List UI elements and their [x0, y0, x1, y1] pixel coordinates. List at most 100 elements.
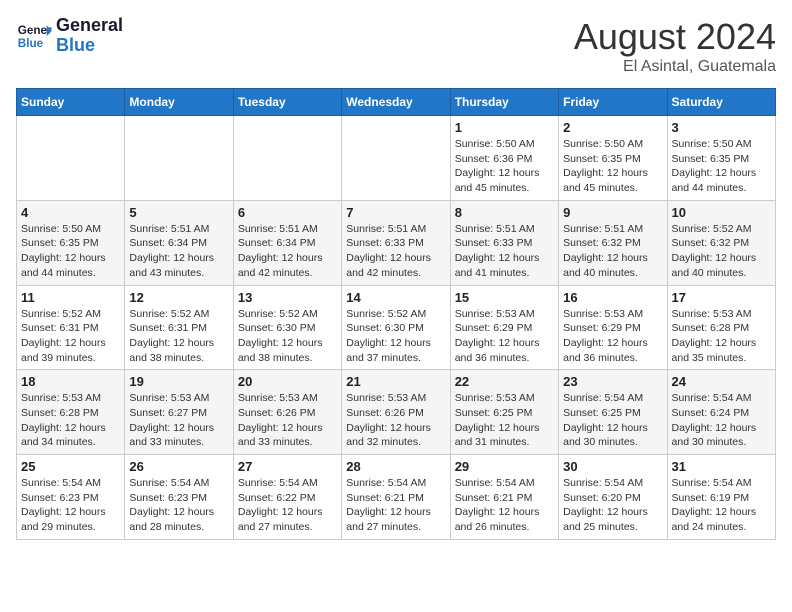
day-number: 8 [455, 205, 554, 220]
calendar-body: 1 Sunrise: 5:50 AM Sunset: 6:36 PM Daylig… [17, 116, 776, 540]
day-info: Sunrise: 5:50 AM Sunset: 6:35 PM Dayligh… [672, 137, 771, 196]
day-info: Sunrise: 5:53 AM Sunset: 6:26 PM Dayligh… [238, 391, 337, 450]
day-number: 20 [238, 374, 337, 389]
day-number: 21 [346, 374, 445, 389]
day-info: Sunrise: 5:51 AM Sunset: 6:34 PM Dayligh… [129, 222, 228, 281]
weekday-header-wednesday: Wednesday [342, 89, 450, 116]
calendar-week-2: 4Sunrise: 5:50 AM Sunset: 6:35 PM Daylig… [17, 200, 776, 285]
day-info: Sunrise: 5:54 AM Sunset: 6:21 PM Dayligh… [455, 476, 554, 535]
day-info: Sunrise: 5:54 AM Sunset: 6:22 PM Dayligh… [238, 476, 337, 535]
day-info: Sunrise: 5:51 AM Sunset: 6:34 PM Dayligh… [238, 222, 337, 281]
calendar-cell: 22Sunrise: 5:53 AM Sunset: 6:25 PM Dayli… [450, 370, 558, 455]
weekday-header-tuesday: Tuesday [233, 89, 341, 116]
logo-icon: General Blue [16, 18, 52, 54]
calendar-cell: 30 Sunrise: 5:54 AM Sunset: 6:20 PM Dayli… [559, 455, 667, 540]
day-number: 6 [238, 205, 337, 220]
calendar-cell: 27 Sunrise: 5:54 AM Sunset: 6:22 PM Dayli… [233, 455, 341, 540]
day-number: 19 [129, 374, 228, 389]
day-number: 24 [672, 374, 771, 389]
day-number: 16 [563, 290, 662, 305]
day-number: 1 [455, 120, 554, 135]
location: El Asintal, Guatemala [574, 58, 776, 76]
day-number: 31 [672, 459, 771, 474]
day-info: Sunrise: 5:53 AM Sunset: 6:25 PM Dayligh… [455, 391, 554, 450]
day-info: Sunrise: 5:54 AM Sunset: 6:20 PM Dayligh… [563, 476, 662, 535]
calendar-cell: 4Sunrise: 5:50 AM Sunset: 6:35 PM Daylig… [17, 200, 125, 285]
calendar-cell: 21 Sunrise: 5:53 AM Sunset: 6:26 PM Dayli… [342, 370, 450, 455]
calendar-cell: 14Sunrise: 5:52 AM Sunset: 6:30 PM Dayli… [342, 285, 450, 370]
day-info: Sunrise: 5:53 AM Sunset: 6:27 PM Dayligh… [129, 391, 228, 450]
calendar-cell: 9 Sunrise: 5:51 AM Sunset: 6:32 PM Daylig… [559, 200, 667, 285]
day-number: 27 [238, 459, 337, 474]
day-info: Sunrise: 5:53 AM Sunset: 6:28 PM Dayligh… [672, 307, 771, 366]
day-number: 9 [563, 205, 662, 220]
title-block: August 2024 El Asintal, Guatemala [574, 16, 776, 76]
day-number: 25 [21, 459, 120, 474]
day-info: Sunrise: 5:54 AM Sunset: 6:21 PM Dayligh… [346, 476, 445, 535]
day-info: Sunrise: 5:50 AM Sunset: 6:36 PM Dayligh… [455, 137, 554, 196]
day-info: Sunrise: 5:54 AM Sunset: 6:24 PM Dayligh… [672, 391, 771, 450]
day-number: 26 [129, 459, 228, 474]
day-info: Sunrise: 5:54 AM Sunset: 6:19 PM Dayligh… [672, 476, 771, 535]
day-number: 7 [346, 205, 445, 220]
day-number: 13 [238, 290, 337, 305]
logo-blue: Blue [56, 36, 123, 56]
calendar-cell: 11 Sunrise: 5:52 AM Sunset: 6:31 PM Dayli… [17, 285, 125, 370]
day-number: 23 [563, 374, 662, 389]
day-number: 15 [455, 290, 554, 305]
weekday-header-row: SundayMondayTuesdayWednesdayThursdayFrid… [17, 89, 776, 116]
calendar-cell: 2Sunrise: 5:50 AM Sunset: 6:35 PM Daylig… [559, 116, 667, 201]
calendar-cell: 29 Sunrise: 5:54 AM Sunset: 6:21 PM Dayli… [450, 455, 558, 540]
day-number: 5 [129, 205, 228, 220]
calendar-cell: 26 Sunrise: 5:54 AM Sunset: 6:23 PM Dayli… [125, 455, 233, 540]
calendar-cell: 10Sunrise: 5:52 AM Sunset: 6:32 PM Dayli… [667, 200, 775, 285]
weekday-header-friday: Friday [559, 89, 667, 116]
calendar-cell: 5 Sunrise: 5:51 AM Sunset: 6:34 PM Daylig… [125, 200, 233, 285]
day-info: Sunrise: 5:51 AM Sunset: 6:33 PM Dayligh… [455, 222, 554, 281]
calendar-cell [342, 116, 450, 201]
month-title: August 2024 [574, 16, 776, 58]
calendar-week-3: 11 Sunrise: 5:52 AM Sunset: 6:31 PM Dayli… [17, 285, 776, 370]
day-info: Sunrise: 5:53 AM Sunset: 6:26 PM Dayligh… [346, 391, 445, 450]
calendar-week-5: 25 Sunrise: 5:54 AM Sunset: 6:23 PM Dayli… [17, 455, 776, 540]
calendar-cell: 7Sunrise: 5:51 AM Sunset: 6:33 PM Daylig… [342, 200, 450, 285]
calendar-cell: 17 Sunrise: 5:53 AM Sunset: 6:28 PM Dayli… [667, 285, 775, 370]
day-info: Sunrise: 5:52 AM Sunset: 6:30 PM Dayligh… [238, 307, 337, 366]
day-number: 17 [672, 290, 771, 305]
day-number: 30 [563, 459, 662, 474]
logo-general: General [56, 16, 123, 36]
calendar-cell [17, 116, 125, 201]
day-info: Sunrise: 5:52 AM Sunset: 6:31 PM Dayligh… [21, 307, 120, 366]
calendar-cell: 24 Sunrise: 5:54 AM Sunset: 6:24 PM Dayli… [667, 370, 775, 455]
day-info: Sunrise: 5:54 AM Sunset: 6:23 PM Dayligh… [129, 476, 228, 535]
day-number: 12 [129, 290, 228, 305]
calendar-cell [125, 116, 233, 201]
calendar-week-4: 18Sunrise: 5:53 AM Sunset: 6:28 PM Dayli… [17, 370, 776, 455]
calendar-cell: 15 Sunrise: 5:53 AM Sunset: 6:29 PM Dayli… [450, 285, 558, 370]
calendar-cell: 6 Sunrise: 5:51 AM Sunset: 6:34 PM Daylig… [233, 200, 341, 285]
day-number: 14 [346, 290, 445, 305]
calendar-table: SundayMondayTuesdayWednesdayThursdayFrid… [16, 88, 776, 540]
day-info: Sunrise: 5:53 AM Sunset: 6:29 PM Dayligh… [455, 307, 554, 366]
weekday-header-monday: Monday [125, 89, 233, 116]
day-info: Sunrise: 5:50 AM Sunset: 6:35 PM Dayligh… [21, 222, 120, 281]
calendar-cell: 16Sunrise: 5:53 AM Sunset: 6:29 PM Dayli… [559, 285, 667, 370]
calendar-cell: 18Sunrise: 5:53 AM Sunset: 6:28 PM Dayli… [17, 370, 125, 455]
day-number: 3 [672, 120, 771, 135]
day-number: 29 [455, 459, 554, 474]
calendar-cell: 12Sunrise: 5:52 AM Sunset: 6:31 PM Dayli… [125, 285, 233, 370]
day-number: 2 [563, 120, 662, 135]
logo-text: General Blue [56, 16, 123, 56]
day-info: Sunrise: 5:54 AM Sunset: 6:25 PM Dayligh… [563, 391, 662, 450]
day-number: 18 [21, 374, 120, 389]
calendar-cell: 23 Sunrise: 5:54 AM Sunset: 6:25 PM Dayli… [559, 370, 667, 455]
weekday-header-thursday: Thursday [450, 89, 558, 116]
logo: General Blue General Blue [16, 16, 123, 56]
calendar-cell [233, 116, 341, 201]
day-info: Sunrise: 5:54 AM Sunset: 6:23 PM Dayligh… [21, 476, 120, 535]
calendar-cell: 25 Sunrise: 5:54 AM Sunset: 6:23 PM Dayli… [17, 455, 125, 540]
day-number: 11 [21, 290, 120, 305]
day-info: Sunrise: 5:51 AM Sunset: 6:32 PM Dayligh… [563, 222, 662, 281]
calendar-cell: 20 Sunrise: 5:53 AM Sunset: 6:26 PM Dayli… [233, 370, 341, 455]
calendar-cell: 8 Sunrise: 5:51 AM Sunset: 6:33 PM Daylig… [450, 200, 558, 285]
